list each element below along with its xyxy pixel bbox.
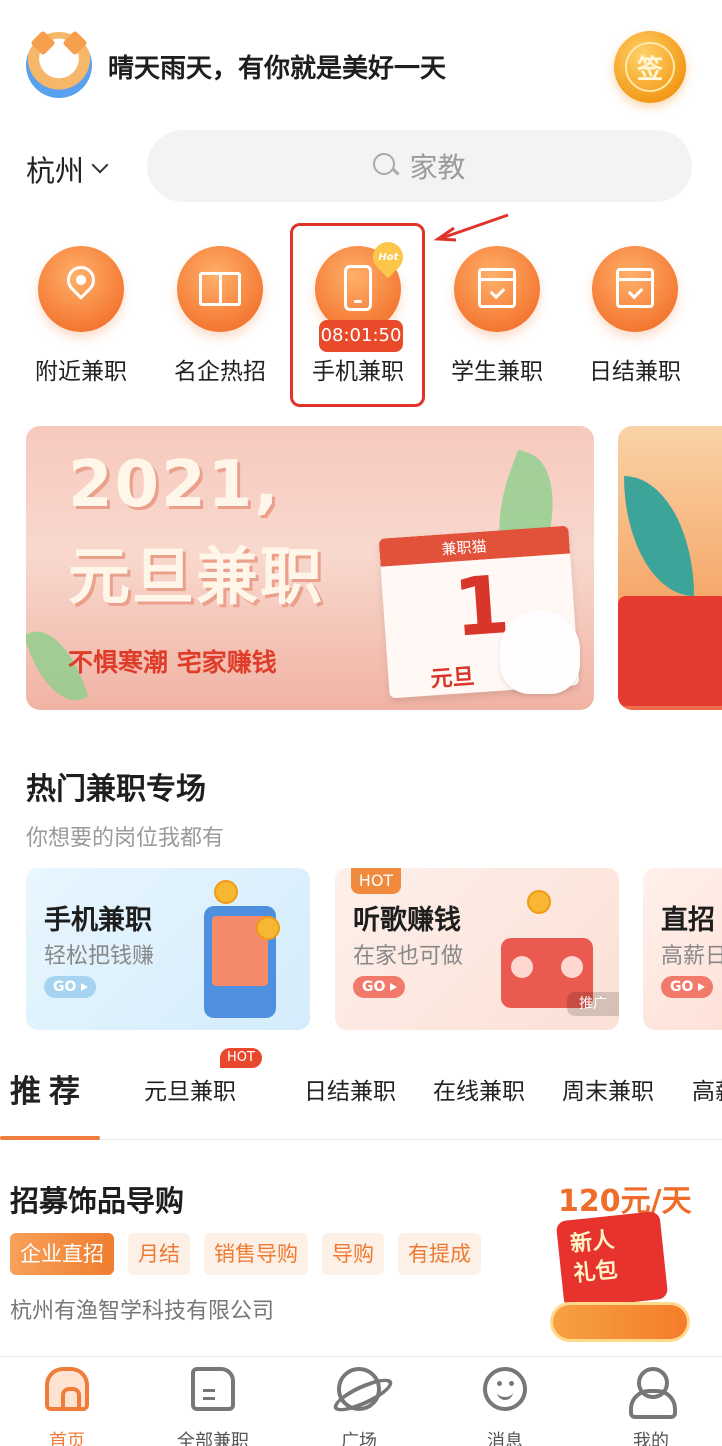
job-tag: 有提成 (398, 1233, 481, 1275)
job-tag: 销售导购 (204, 1233, 308, 1275)
card-subtitle: 轻松把钱赚 (44, 944, 155, 969)
city-label: 杭州 (26, 154, 85, 188)
search-input[interactable]: 家教 (147, 130, 692, 202)
sign-label: 签 (625, 42, 675, 92)
nav-profile[interactable]: 我的 (601, 1367, 701, 1446)
tab-online[interactable]: 在线兼职 (433, 1072, 525, 1106)
section-subtitle: 你想要的岗位我都有 (26, 826, 225, 851)
category-label: 学生兼职 (451, 359, 543, 385)
job-title[interactable]: 招募饰品导购 (10, 1178, 184, 1220)
ad-tag: 推广 (567, 992, 619, 1016)
promo-line2: 礼包 (572, 1257, 619, 1288)
user-icon (629, 1367, 677, 1419)
nav-label: 全部兼职 (177, 1431, 249, 1446)
card-subtitle: 在家也可做 (353, 944, 464, 969)
go-button[interactable]: GO (661, 976, 713, 998)
go-button[interactable]: GO (44, 976, 96, 998)
card-title: 手机兼职 (44, 905, 152, 936)
banner-title-line1: 2021, (68, 448, 281, 522)
mascot-avatar[interactable] (26, 30, 92, 98)
coin-icon (214, 880, 238, 904)
calendar-holiday: 元旦 (429, 664, 476, 693)
location-pin-icon (61, 260, 101, 300)
card-subtitle: 高薪日 (661, 944, 722, 969)
category-label: 名企热招 (174, 359, 266, 385)
banner-title-line2: 元旦兼职 (68, 540, 325, 613)
greeting-text: 晴天雨天，有你就是美好一天 (108, 54, 447, 84)
city-selector[interactable]: 杭州 (26, 148, 109, 190)
coin-icon (256, 916, 280, 940)
annotation-highlight-box (290, 223, 425, 407)
nav-messages[interactable]: 消息 (455, 1367, 555, 1446)
promo-banner[interactable]: 2021, 元旦兼职 不惧寒潮 宅家赚钱 兼职猫 1 元旦 (26, 426, 594, 710)
category-tabs: 推荐 元旦兼职 HOT 日结兼职 在线兼职 周末兼职 高薪 (0, 1048, 722, 1140)
tab-recommend[interactable]: 推荐 (10, 1066, 88, 1111)
nav-all-jobs[interactable]: 全部兼职 (163, 1367, 263, 1446)
search-placeholder: 家教 (409, 151, 466, 184)
section-title: 热门兼职专场 (26, 772, 206, 807)
go-button[interactable]: GO (353, 976, 405, 998)
job-tag: 导购 (322, 1233, 384, 1275)
promo-line1: 新人 (569, 1227, 616, 1258)
category-nearby[interactable]: 附近兼职 (21, 246, 141, 386)
tab-weekend[interactable]: 周末兼职 (562, 1072, 654, 1106)
gift-icon (618, 596, 722, 706)
search-icon (373, 153, 399, 179)
next-banner[interactable] (618, 426, 722, 710)
cat-mascot-icon (500, 610, 580, 694)
home-icon (45, 1367, 89, 1411)
annotation-arrow-icon (433, 213, 509, 242)
nav-label: 消息 (487, 1431, 523, 1446)
tab-high-pay[interactable]: 高薪 (692, 1072, 722, 1106)
bottom-nav: 首页 全部兼职 广场 消息 我的 (0, 1356, 722, 1446)
company-name: 杭州有渔智学科技有限公司 (10, 1299, 275, 1324)
nav-square[interactable]: 广场 (309, 1367, 409, 1446)
chevron-down-icon (91, 156, 109, 174)
card-title: 听歌赚钱 (353, 905, 461, 936)
hot-card-music-earn[interactable]: HOT 听歌赚钱 在家也可做 GO 推广 (335, 868, 619, 1030)
tab-daily-pay[interactable]: 日结兼职 (304, 1072, 396, 1106)
coin-icon (527, 890, 551, 914)
header: 晴天雨天，有你就是美好一天 签 (0, 0, 722, 130)
nav-label: 我的 (633, 1431, 669, 1446)
tab-new-year[interactable]: 元旦兼职 (144, 1072, 236, 1106)
new-user-gift-button[interactable]: 新人 礼包 (550, 1210, 690, 1342)
banner-subtitle: 不惧寒潮 宅家赚钱 (68, 648, 277, 677)
category-student-jobs[interactable]: 学生兼职 (437, 246, 557, 386)
job-tag: 企业直招 (10, 1233, 114, 1275)
nav-label: 广场 (341, 1431, 377, 1446)
tab-active-indicator (0, 1136, 100, 1140)
calendar-check-icon (616, 268, 654, 308)
category-label: 日结兼职 (589, 359, 681, 385)
message-icon (483, 1367, 527, 1411)
hot-card-direct-hire[interactable]: 直招 高薪日 GO (643, 868, 722, 1030)
category-famous-companies[interactable]: 名企热招 (160, 246, 280, 386)
job-tag: 月结 (128, 1233, 190, 1275)
calendar-check-icon (478, 268, 516, 308)
document-icon (191, 1367, 235, 1411)
book-icon (199, 272, 241, 306)
calendar-brand: 兼职猫 (440, 537, 488, 559)
sign-in-button[interactable]: 签 (614, 31, 686, 103)
nav-label: 首页 (49, 1431, 85, 1446)
category-daily-pay[interactable]: 日结兼职 (575, 246, 695, 386)
hot-card-phone-jobs[interactable]: 手机兼职 轻松把钱赚 GO (26, 868, 310, 1030)
tab-hot-badge: HOT (220, 1048, 262, 1068)
planet-icon (337, 1367, 381, 1411)
category-label: 附近兼职 (35, 359, 127, 385)
nav-home[interactable]: 首页 (17, 1367, 117, 1446)
card-title: 直招 (661, 905, 715, 936)
job-tags: 企业直招 月结 销售导购 导购 有提成 (10, 1233, 481, 1275)
hot-tag: HOT (351, 868, 401, 894)
